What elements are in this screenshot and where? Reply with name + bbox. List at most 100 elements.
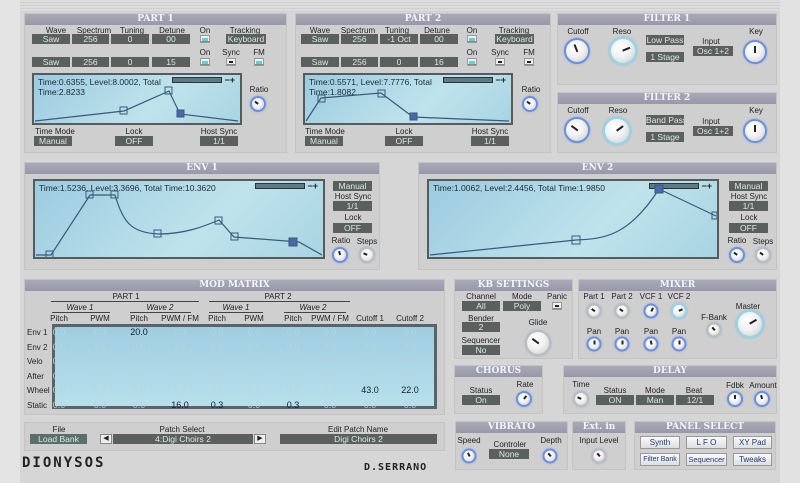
matrix-cell[interactable]: 0.0: [211, 385, 224, 395]
matrix-cell[interactable]: 0.0: [133, 356, 146, 366]
vibrato-depth-knob[interactable]: [542, 448, 558, 464]
matrix-cell[interactable]: 43.0: [361, 385, 379, 395]
env1-ratio-knob[interactable]: [332, 247, 348, 263]
matrix-cell[interactable]: 0.0: [174, 342, 187, 352]
envelope-curve[interactable]: [305, 75, 511, 123]
matrix-cell[interactable]: 0.0: [364, 356, 377, 366]
part2-level-knob[interactable]: [614, 303, 630, 319]
matrix-cell[interactable]: 0.0: [248, 400, 261, 410]
matrix-cell[interactable]: 0.0: [53, 400, 66, 410]
matrix-cell[interactable]: 0.0: [53, 371, 66, 381]
matrix-cell[interactable]: 0.0: [364, 342, 377, 352]
matrix-cell[interactable]: 0.0: [404, 371, 417, 381]
matrix-cell[interactable]: 0.0: [364, 400, 377, 410]
osc1-detune[interactable]: 00: [152, 34, 190, 44]
tracking-select[interactable]: Keyboard: [226, 34, 266, 44]
filter-bank-panel-button[interactable]: Filter Bank: [640, 453, 680, 466]
next-patch-button[interactable]: ▶: [254, 434, 266, 444]
filter1-cutoff-knob[interactable]: [564, 38, 590, 64]
matrix-cell[interactable]: 0.0: [324, 342, 337, 352]
time-mode-select[interactable]: Manual: [305, 136, 343, 146]
pan1-knob[interactable]: [586, 336, 602, 352]
env2-ratio-knob[interactable]: [729, 247, 745, 263]
matrix-cell[interactable]: 0.0: [211, 327, 224, 337]
vibrato-speed-knob[interactable]: [461, 448, 477, 464]
prev-patch-button[interactable]: ◀: [100, 434, 112, 444]
filter2-cutoff-knob[interactable]: [564, 117, 590, 143]
time-mode-select[interactable]: Manual: [34, 136, 72, 146]
tweaks-panel-button[interactable]: Tweaks: [733, 453, 772, 466]
osc2-tuning[interactable]: 0: [380, 57, 418, 67]
matrix-cell[interactable]: 0.0: [133, 385, 146, 395]
matrix-cell[interactable]: 0.0: [324, 371, 337, 381]
osc2-spectrum[interactable]: 256: [72, 57, 109, 67]
filter2-input-select[interactable]: Osc 1+2: [693, 126, 733, 136]
osc1-tuning[interactable]: 0: [111, 34, 149, 44]
delay-beat-select[interactable]: 12/1: [676, 395, 714, 405]
matrix-cell[interactable]: 0.0: [248, 327, 261, 337]
matrix-cell[interactable]: 0.0: [324, 385, 337, 395]
osc1-tuning[interactable]: -1 Oct: [380, 34, 418, 44]
matrix-cell[interactable]: 0.0: [94, 400, 107, 410]
osc2-on-toggle[interactable]: [467, 58, 477, 66]
matrix-cell[interactable]: 0.0: [174, 356, 187, 366]
synth-panel-button[interactable]: Synth: [640, 436, 680, 449]
matrix-cell[interactable]: 0.0: [404, 342, 417, 352]
matrix-cell[interactable]: 0.0: [404, 327, 417, 337]
lfo-panel-button[interactable]: L F O: [686, 436, 727, 449]
part2-ratio-knob[interactable]: [522, 96, 538, 112]
lock-select[interactable]: OFF: [115, 136, 153, 146]
filter1-input-select[interactable]: Osc 1+2: [693, 46, 733, 56]
part1-envelope-display[interactable]: Time:0.6355, Level:8.0002, Total Time:2.8…: [32, 73, 242, 125]
bender-select[interactable]: 2: [462, 322, 500, 332]
vcf2-level-knob[interactable]: [671, 303, 687, 319]
fm-toggle[interactable]: [254, 58, 264, 66]
patch-name-input[interactable]: Digi Choirs 2: [280, 434, 437, 444]
osc2-wave[interactable]: Saw: [32, 57, 70, 67]
osc1-wave[interactable]: Saw: [32, 34, 70, 44]
host-sync-select[interactable]: 1/1: [200, 136, 238, 146]
osc2-on-toggle[interactable]: [200, 58, 210, 66]
filter2-key-knob[interactable]: [743, 119, 767, 143]
matrix-cell[interactable]: 0.0: [53, 385, 66, 395]
lock-select[interactable]: OFF: [385, 136, 423, 146]
osc2-spectrum[interactable]: 256: [341, 57, 378, 67]
osc1-on-toggle[interactable]: [467, 35, 477, 43]
matrix-cell[interactable]: 0.0: [133, 371, 146, 381]
matrix-cell[interactable]: 16.0: [171, 400, 189, 410]
matrix-cell[interactable]: 0.0: [248, 356, 261, 366]
matrix-cell[interactable]: 0.0: [94, 356, 107, 366]
matrix-cell[interactable]: 0.0: [364, 371, 377, 381]
env2-lock-select[interactable]: OFF: [729, 223, 768, 233]
env1-steps-knob[interactable]: [359, 247, 375, 263]
matrix-cell[interactable]: 0.0: [287, 356, 300, 366]
env1-mode-select[interactable]: Manual: [333, 181, 372, 191]
host-sync-select[interactable]: 1/1: [471, 136, 509, 146]
filter1-reso-knob[interactable]: [609, 37, 637, 65]
matrix-cell[interactable]: 0.0: [53, 356, 66, 366]
channel-select[interactable]: All: [462, 301, 500, 311]
pan4-knob[interactable]: [671, 336, 687, 352]
matrix-cell[interactable]: 0.0: [211, 342, 224, 352]
input-level-knob[interactable]: [591, 448, 607, 464]
osc1-on-toggle[interactable]: [200, 35, 210, 43]
tracking-select[interactable]: Keyboard: [495, 34, 534, 44]
filter2-stages-select[interactable]: 1 Stage: [646, 132, 684, 142]
matrix-cell[interactable]: 0.0: [324, 327, 337, 337]
matrix-cell[interactable]: 0.0: [248, 385, 261, 395]
part1-ratio-knob[interactable]: [250, 96, 266, 112]
env2-steps-knob[interactable]: [755, 247, 771, 263]
matrix-cell[interactable]: 0.0: [174, 385, 187, 395]
matrix-cell[interactable]: 0.0: [287, 342, 300, 352]
envelope-curve[interactable]: [429, 181, 717, 257]
matrix-cell[interactable]: 20.0: [130, 327, 148, 337]
part1-level-knob[interactable]: [586, 303, 602, 319]
matrix-cell[interactable]: 0.0: [133, 400, 146, 410]
filter1-key-knob[interactable]: [743, 40, 767, 64]
matrix-cell[interactable]: 0.3: [211, 400, 224, 410]
matrix-cell[interactable]: 0.0: [94, 327, 107, 337]
osc2-detune[interactable]: 16: [420, 57, 458, 67]
sequencer-panel-button[interactable]: Sequencer: [686, 453, 727, 466]
filter1-type-select[interactable]: Low Pass: [646, 35, 684, 45]
sequencer-select[interactable]: No: [462, 345, 500, 355]
